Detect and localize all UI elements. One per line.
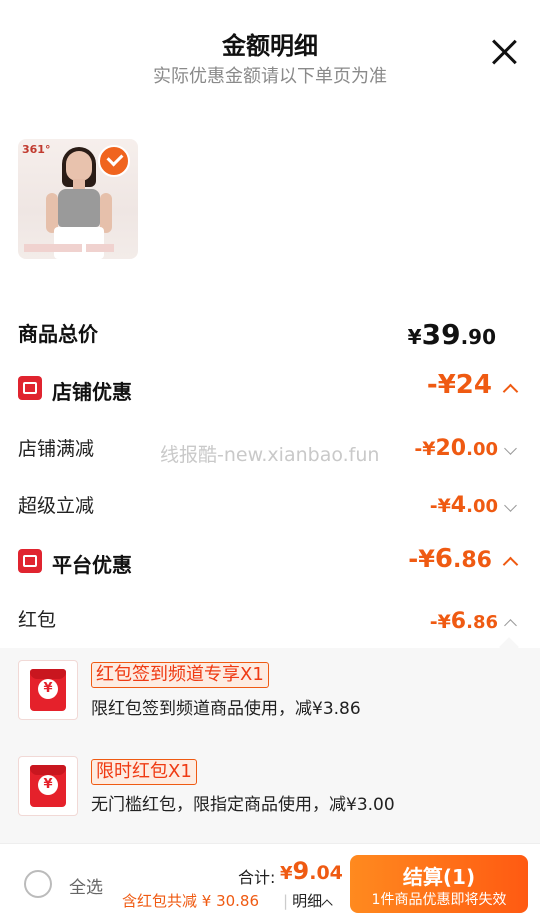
red-packet-tag: 红包签到频道专享X1 (91, 662, 269, 688)
store-reduction-label: 店铺满减 (18, 438, 95, 460)
model-pants (54, 227, 104, 259)
red-packet-icon: ¥ (18, 660, 78, 720)
total-price-value: ¥39.90 (407, 318, 496, 351)
thumb-banner (24, 244, 132, 254)
select-all-radio[interactable] (24, 870, 52, 898)
red-packet-value[interactable]: -¥6.86 (430, 609, 498, 634)
detail-toggle[interactable]: | 明细 (283, 890, 322, 911)
platform-discount-label: 平台优惠 (52, 553, 132, 577)
chevron-up-icon[interactable] (502, 556, 519, 573)
store-icon (18, 376, 42, 400)
chevron-down-icon[interactable] (504, 442, 517, 455)
super-reduction-label: 超级立减 (18, 495, 95, 517)
total-price-label: 商品总价 (18, 322, 98, 346)
chevron-down-icon[interactable] (504, 499, 517, 512)
page-title: 金额明细 (222, 32, 318, 60)
sum-label: 合计: (238, 868, 276, 887)
page-subtitle: 实际优惠金额请以下单页为准 (153, 66, 387, 87)
red-packet-label: 红包 (18, 609, 57, 631)
store-reduction-value[interactable]: -¥20.00 (414, 436, 498, 461)
super-reduction-value[interactable]: -¥4.00 (430, 493, 498, 518)
red-packet-desc: 无门槛红包，限指定商品使用，减¥3.00 (91, 795, 395, 815)
select-all-label[interactable]: 全选 (69, 873, 103, 898)
sum-value: ¥9.04 (280, 857, 343, 885)
red-packet-desc: 限红包签到频道商品使用，减¥3.86 (91, 699, 361, 719)
checkmark-icon[interactable] (98, 145, 130, 177)
red-packet-icon: ¥ (18, 756, 78, 816)
discount-note: 含红包共减 ¥ 30.86 (122, 892, 260, 910)
watermark: 线报酷-new.xianbao.fun (160, 444, 380, 466)
chevron-up-icon[interactable] (504, 619, 517, 632)
brand-logo: 361° (22, 143, 51, 156)
red-packet-tag: 限时红包X1 (91, 759, 197, 785)
platform-discount-amount[interactable]: -¥6.86 (408, 544, 492, 574)
chevron-up-icon[interactable] (321, 899, 333, 911)
header: 金额明细 实际优惠金额请以下单页为准 (0, 0, 540, 100)
chevron-up-icon[interactable] (502, 383, 519, 400)
platform-icon (18, 549, 42, 573)
footer-bar: 全选 合计: ¥9.04 含红包共减 ¥ 30.86 | 明细 结算(1) 1件商… (0, 843, 540, 917)
store-discount-label: 店铺优惠 (52, 380, 132, 404)
store-discount-amount[interactable]: -¥24 (427, 370, 492, 400)
close-icon[interactable] (490, 38, 518, 66)
red-packet-panel: ¥ 红包签到频道专享X1 限红包签到频道商品使用，减¥3.86 ¥ 限时红包X1… (0, 648, 540, 843)
model-top (58, 189, 100, 227)
model-face (66, 151, 92, 181)
checkout-button[interactable]: 结算(1) 1件商品优惠即将失效 (350, 855, 528, 913)
